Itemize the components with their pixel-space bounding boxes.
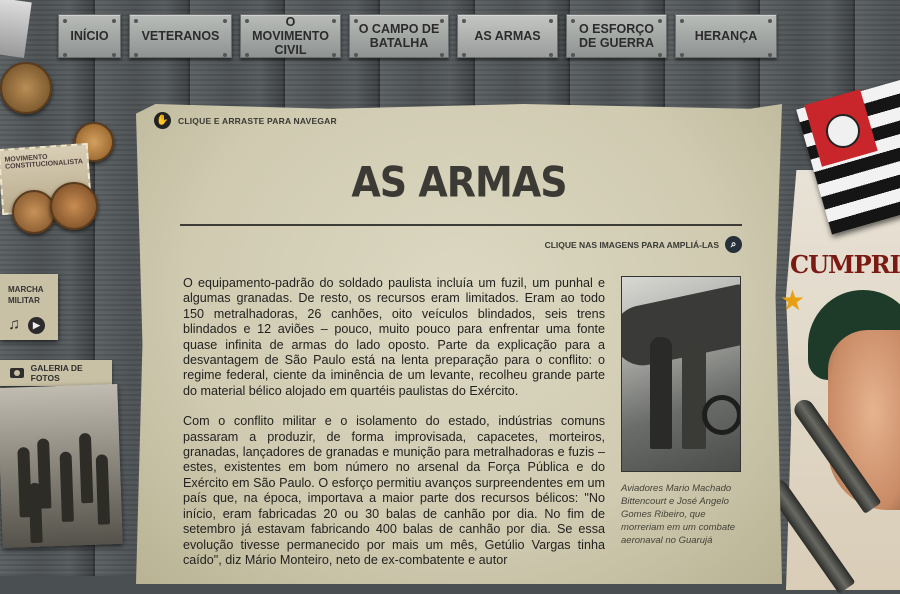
drag-hint: ✋ CLIQUE E ARRASTE PARA NAVEGAR [154,112,337,129]
medal-decoration [0,62,52,114]
nav-veteranos[interactable]: VETERANOS [129,14,232,58]
music-label: MARCHA MILITAR [8,285,44,305]
photo-caption: Aviadores Mario Machado Bittencourt e Jo… [621,483,736,546]
aviator-figure [650,337,672,449]
poster-text: CUMPRIR [790,250,900,279]
nav-esforco-de-guerra[interactable]: O ESFORÇO DE GUERRA [566,14,667,58]
title-divider [180,224,742,226]
main-nav: INÍCIO VETERANOS O MOVIMENTO CIVIL O CAM… [58,14,777,58]
page-title: AS ARMAS [351,157,567,207]
plane-shape [622,283,740,371]
gallery-button[interactable]: GALERIA DE FOTOS [0,360,112,386]
flag-seal-icon [826,114,860,148]
camera-icon [10,368,24,378]
aviators-photo[interactable] [621,276,741,472]
nav-as-armas[interactable]: AS ARMAS [457,14,558,58]
zoom-hint-text: CLIQUE NAS IMAGENS PARA AMPLIÁ-LAS [544,239,719,250]
article-paragraph: O equipamento-padrão do soldado paulista… [183,276,605,398]
plane-wheel [702,395,740,435]
coin-decoration [12,190,56,234]
article-paragraph: Com o conflito militar e o isolamento do… [183,414,605,567]
zoom-hint: CLIQUE NAS IMAGENS PARA AMPLIÁ-LAS ⌕ [545,236,742,253]
coin-decoration [50,182,98,230]
stamp-text: MOVIMENTO CONSTITUCIONALISTA [4,153,84,171]
nav-campo-de-batalha[interactable]: O CAMPO DE BATALHA [349,14,449,58]
nav-inicio[interactable]: INÍCIO [58,14,121,58]
search-icon: ⌕ [725,236,742,253]
play-icon[interactable]: ▶ [28,316,45,334]
star-decoration: ★ [780,285,806,316]
aviator-figure [682,343,706,449]
music-note-icon: ♫ [8,316,20,333]
nav-heranca[interactable]: HERANÇA [675,14,777,58]
drag-hint-text: CLIQUE E ARRASTE PARA NAVEGAR [178,115,337,126]
hand-icon: ✋ [154,112,171,129]
nav-movimento-civil[interactable]: O MOVIMENTO CIVIL [240,14,341,58]
gallery-thumbnail[interactable] [0,383,123,549]
music-player[interactable]: MARCHA MILITAR ♫ ▶ [0,274,58,340]
gallery-label: GALERIA DE FOTOS [30,363,83,383]
article-body: O equipamento-padrão do soldado paulista… [183,276,605,583]
